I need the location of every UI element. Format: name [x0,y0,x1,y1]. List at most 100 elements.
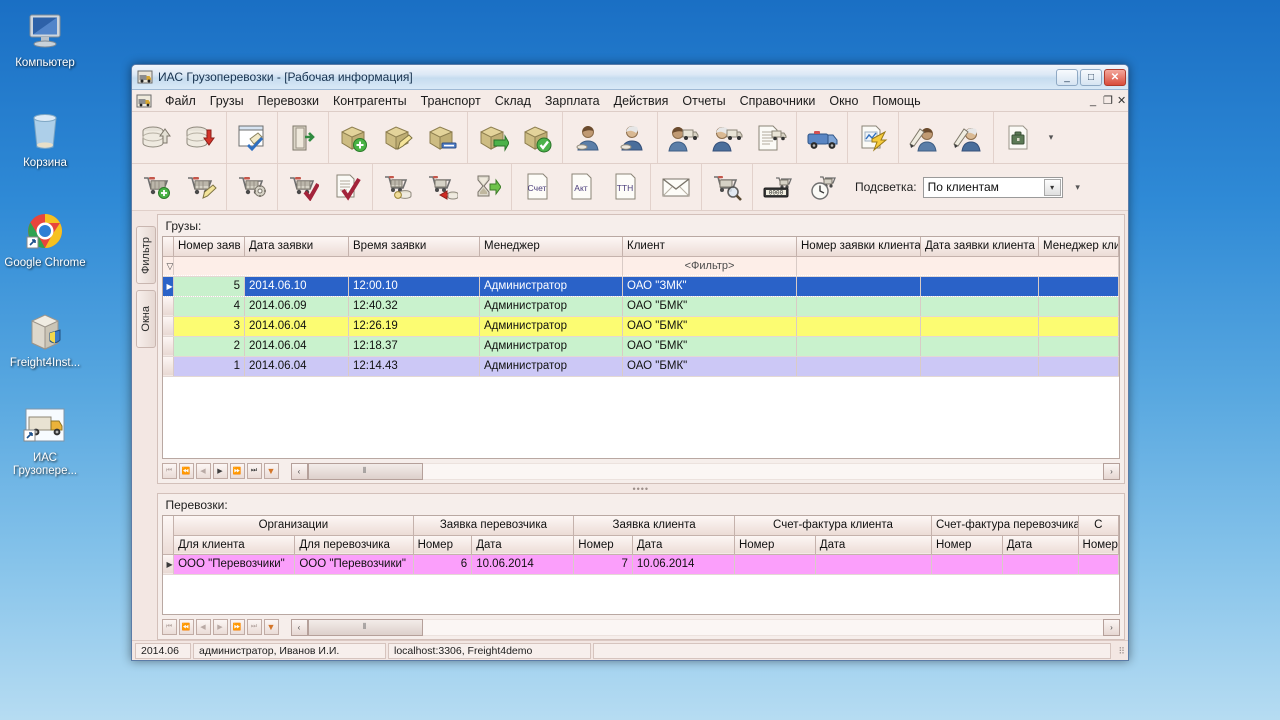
mdi-close-button[interactable]: ✕ [1114,94,1128,107]
order-payment-button[interactable] [376,168,420,206]
mail-button[interactable] [654,168,698,206]
group-header-client-invoice[interactable]: Счет-фактура клиента [734,516,932,536]
column-header-carrier-invoice-number[interactable]: Номер [931,535,1003,555]
column-header-client-invoice-number[interactable]: Номер [734,535,816,555]
transport-grid[interactable]: Организации Заявка перевозчика Заявка кл… [161,515,1120,615]
group-header-carrier-invoice[interactable]: Счет-фактура перевозчика [931,516,1079,536]
table-row[interactable]: 3 2014.06.04 12:26.19 Администратор ОАО … [162,316,1119,337]
column-header-client[interactable]: Клиент [622,237,797,257]
cargo-confirm-button[interactable] [515,117,559,159]
column-header-client-invoice-date[interactable]: Дата [815,535,932,555]
menu-item-cargo[interactable]: Грузы [203,92,251,110]
highlight-select[interactable]: По клиентам ▾ [922,176,1063,198]
document-transport-button[interactable] [749,117,793,159]
window-titlebar[interactable]: ИАС Грузоперевозки - [Рабочая информация… [132,65,1128,90]
column-header-for-carrier[interactable]: Для перевозчика [294,535,414,555]
group-header-carrier-order[interactable]: Заявка перевозчика [413,516,575,536]
nav-last-button[interactable]: ⏭ [246,619,262,635]
secondary-toolbar-overflow-button[interactable]: ▾ [1071,182,1085,193]
column-header-carrier-order-number[interactable]: Номер [413,535,473,555]
menu-item-counterparties[interactable]: Контрагенты [326,92,414,110]
window-minimize-button[interactable]: _ [1056,68,1078,86]
cargo-grid[interactable]: Номер заяв Дата заявки Время заявки Мене… [161,236,1120,459]
resize-grip[interactable]: ⠿ [1113,645,1125,657]
column-header-order-time[interactable]: Время заявки [348,237,480,257]
carrier-card-button[interactable] [610,117,654,159]
desktop-icon-google-chrome[interactable]: Google Chrome [0,205,90,270]
carrier-transport-button[interactable] [705,117,749,159]
db-upload-button[interactable] [135,117,179,159]
table-row[interactable]: 1 2014.06.04 12:14.43 Администратор ОАО … [162,356,1119,377]
group-header-client-order[interactable]: Заявка клиента [573,516,735,536]
transport-horizontal-scrollbar[interactable]: ‹ ⦀ › [290,618,1120,636]
mdi-minimize-button[interactable]: _ [1086,95,1100,107]
order-clock-button[interactable] [800,168,844,206]
column-header-manager[interactable]: Менеджер [479,237,623,257]
client-card-button[interactable] [566,117,610,159]
nav-prior-button[interactable]: ◀ [195,463,211,479]
column-header-for-client[interactable]: Для клиента [173,535,296,555]
group-header-organizations[interactable]: Организации [173,516,414,536]
column-header-client-order-number[interactable]: Номер заявки клиента [796,237,921,257]
scroll-track[interactable] [422,618,1103,636]
menu-item-actions[interactable]: Действия [607,92,676,110]
order-search-button[interactable] [705,168,749,206]
cargo-horizontal-scrollbar[interactable]: ‹ ⦀ › [290,462,1120,480]
cargo-edit-button[interactable] [376,117,420,159]
menu-item-file[interactable]: Файл [158,92,203,110]
table-row[interactable]: 4 2014.06.09 12:40.32 Администратор ОАО … [162,296,1119,317]
invoice-button[interactable]: Счет [515,168,559,206]
order-confirm-button[interactable] [281,168,325,206]
act-button[interactable]: Акт [559,168,603,206]
filter-tab[interactable]: Фильтр [135,226,156,284]
column-header-carrier-invoice-date[interactable]: Дата [1002,535,1079,555]
column-header-order-number[interactable]: Номер заяв [173,237,245,257]
workspace-edit-button[interactable] [230,117,274,159]
nav-next-button[interactable]: ▶ [212,619,228,635]
scroll-track[interactable] [422,462,1103,480]
column-header-client-manager[interactable]: Менеджер клие [1038,237,1119,257]
column-header-partial-number[interactable]: Номер [1078,535,1119,555]
nav-next-button[interactable]: ▶ [212,463,228,479]
menu-item-salary[interactable]: Зарплата [538,92,607,110]
scroll-thumb[interactable]: ⦀ [307,462,423,480]
truck-button[interactable] [800,117,844,159]
filter-placeholder[interactable]: <Фильтр> [622,256,797,277]
table-row[interactable]: 2 2014.06.04 12:18.37 Администратор ОАО … [162,336,1119,357]
ttn-button[interactable]: ТТН [603,168,647,206]
scroll-right-button[interactable]: › [1103,462,1120,480]
menu-item-vehicles[interactable]: Транспорт [414,92,488,110]
scroll-left-button[interactable]: ‹ [290,462,308,480]
scroll-right-button[interactable]: › [1103,618,1120,636]
scroll-left-button[interactable]: ‹ [290,618,308,636]
nav-prior-page-button[interactable]: ⏪ [178,619,194,635]
pane-splitter[interactable]: •••• [157,484,1126,494]
cargo-filter-row[interactable]: ▽ <Фильтр> [162,256,1119,277]
filter-icon[interactable]: ▽ [162,256,174,277]
group-header-partial[interactable]: С [1078,516,1119,536]
column-header-client-order-date[interactable]: Дата [632,535,735,555]
toolbar-overflow-button[interactable]: ▾ [1044,132,1058,143]
window-close-button[interactable]: ✕ [1104,68,1126,86]
order-refund-button[interactable] [420,168,464,206]
nav-next-page-button[interactable]: ⏩ [229,463,245,479]
nav-first-button[interactable]: ⏮ [161,463,177,479]
window-maximize-button[interactable]: □ [1080,68,1102,86]
scroll-thumb[interactable]: ⦀ [307,618,423,636]
menu-item-window[interactable]: Окно [822,92,865,110]
column-header-client-order-number[interactable]: Номер [573,535,633,555]
column-header-carrier-order-date[interactable]: Дата [471,535,575,555]
nav-next-page-button[interactable]: ⏩ [229,619,245,635]
desktop-icon-recycle-bin[interactable]: Корзина [0,105,90,170]
counter-button[interactable]: 0000 [756,168,800,206]
report-run-button[interactable] [851,117,895,159]
edit-client-button[interactable] [902,117,946,159]
db-download-button[interactable] [179,117,223,159]
order-pending-button[interactable] [464,168,508,206]
edit-carrier-button[interactable] [946,117,990,159]
cargo-delete-button[interactable] [420,117,464,159]
open-door-button[interactable] [281,117,325,159]
filter-right-area[interactable] [796,256,1119,277]
filter-left-area[interactable] [173,256,623,277]
nav-filter-button[interactable]: ▼ [263,463,279,479]
